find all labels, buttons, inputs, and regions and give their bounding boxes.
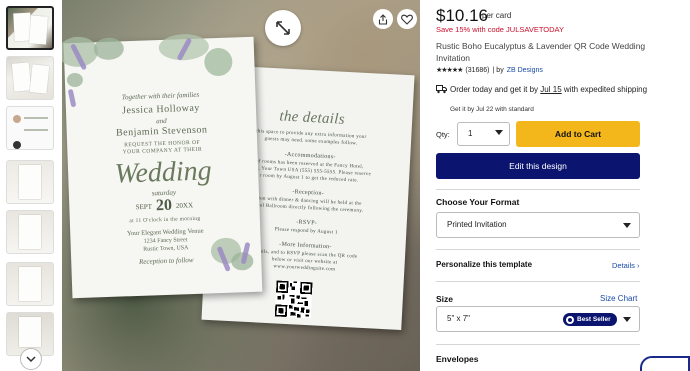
divider bbox=[436, 189, 640, 190]
by-prefix: | by bbox=[492, 66, 504, 74]
caret-down-icon bbox=[495, 130, 503, 135]
seller-link[interactable]: ZB Designs bbox=[507, 67, 543, 74]
thumbnail-2[interactable] bbox=[6, 56, 54, 100]
size-label: Size bbox=[436, 294, 454, 304]
thumbnail-strip bbox=[0, 0, 62, 371]
quantity-value: 1 bbox=[468, 129, 473, 138]
chevron-right-icon: › bbox=[637, 261, 640, 270]
quantity-select[interactable]: 1 bbox=[457, 122, 510, 146]
chat-widget[interactable] bbox=[640, 356, 690, 371]
edit-design-button[interactable]: Edit this design bbox=[436, 153, 640, 179]
caret-down-icon bbox=[623, 223, 631, 228]
thumbnail-1[interactable] bbox=[6, 6, 54, 50]
details-link-label: Details bbox=[612, 261, 635, 270]
caret-down-icon bbox=[623, 317, 631, 322]
expand-icon bbox=[276, 21, 290, 35]
product-title: Rustic Boho Eucalyptus & Lavender QR Cod… bbox=[436, 41, 646, 63]
badge-icon bbox=[566, 315, 574, 324]
divider bbox=[436, 281, 640, 282]
standard-shipping-text: Get it by Jul 22 with standard bbox=[450, 106, 534, 113]
heart-icon bbox=[401, 14, 413, 25]
price-unit: per card bbox=[482, 11, 512, 20]
date-year: 20XX bbox=[175, 201, 194, 210]
shipping-date-link[interactable]: Jul 15 bbox=[540, 85, 561, 94]
qty-label: Qty: bbox=[436, 130, 450, 139]
star-rating[interactable]: ★★★★★ bbox=[436, 66, 463, 74]
invitation-front-card: Together with their families Jessica Hol… bbox=[62, 33, 263, 299]
rating-row: ★★★★★ (31686) | by ZB Designs bbox=[436, 66, 543, 75]
date-month: SEPT bbox=[135, 202, 153, 212]
price: $10.16 bbox=[436, 6, 488, 25]
share-icon bbox=[378, 13, 388, 25]
thumbnail-3[interactable] bbox=[6, 106, 54, 150]
format-value: Printed Invitation bbox=[447, 220, 507, 229]
thumbnail-6[interactable] bbox=[6, 262, 54, 306]
qr-code bbox=[274, 280, 313, 319]
shipping-prefix: Order today and get it by bbox=[450, 85, 539, 94]
thumbnail-5[interactable] bbox=[6, 210, 54, 254]
best-seller-badge: Best Seller bbox=[563, 313, 617, 326]
truck-icon bbox=[436, 85, 447, 94]
envelopes-label: Envelopes bbox=[436, 354, 479, 364]
size-value: 5" x 7" bbox=[447, 314, 471, 323]
format-label: Choose Your Format bbox=[436, 197, 520, 207]
favorite-button[interactable] bbox=[397, 9, 417, 29]
thumbnail-4[interactable] bbox=[6, 160, 54, 204]
format-select[interactable]: Printed Invitation bbox=[436, 212, 640, 238]
expand-image-button[interactable] bbox=[265, 10, 301, 46]
add-to-cart-button[interactable]: Add to Cart bbox=[516, 121, 640, 147]
size-select[interactable]: 5" x 7" Best Seller bbox=[436, 306, 640, 332]
scroll-down-button[interactable] bbox=[20, 348, 42, 370]
shipping-suffix: with expedited shipping bbox=[563, 85, 648, 94]
divider bbox=[436, 344, 640, 345]
chevron-down-icon bbox=[26, 356, 36, 362]
shipping-text: Order today and get it by Jul 15 with ex… bbox=[450, 84, 676, 95]
share-button[interactable] bbox=[373, 9, 393, 29]
promo-text: Save 15% with code JULSAVETODAY bbox=[436, 25, 564, 34]
divider bbox=[436, 249, 640, 250]
date-day: 20 bbox=[155, 196, 173, 215]
review-count[interactable]: (31686) bbox=[465, 67, 489, 74]
size-chart-link[interactable]: Size Chart bbox=[600, 294, 637, 303]
main-product-image: the details this space to provide any ex… bbox=[62, 0, 420, 371]
best-seller-label: Best Seller bbox=[577, 316, 611, 323]
personalize-label: Personalize this template bbox=[436, 260, 533, 269]
details-link[interactable]: Details › bbox=[612, 261, 640, 270]
